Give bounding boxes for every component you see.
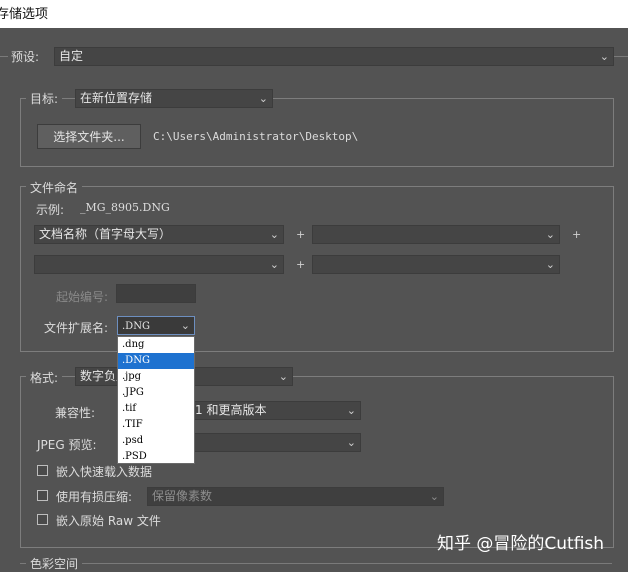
chevron-down-icon: ⌄ (180, 319, 190, 332)
extension-option[interactable]: .JPG (118, 385, 194, 401)
extension-option[interactable]: .TIF (118, 417, 194, 433)
example-value: _MG_8905.DNG (80, 201, 170, 214)
start-number-label: 起始编号: (56, 290, 109, 304)
embed-fast-load-label: 嵌入快速载入数据 (56, 465, 153, 479)
extension-dropdown[interactable]: .DNG ⌄ (117, 316, 195, 335)
preset-line-left (0, 56, 8, 57)
extension-label: 文件扩展名: (44, 321, 109, 335)
destination-path: C:\Users\Administrator\Desktop\ (153, 130, 359, 143)
extension-option[interactable]: .tif (118, 401, 194, 417)
preset-line-right (614, 56, 628, 57)
format-label: 格式: (26, 369, 63, 386)
destination-dropdown[interactable]: 在新位置存储 ⌄ (75, 89, 273, 108)
extension-options-list: .dng .DNG .jpg .JPG .tif .TIF .psd .PSD (117, 336, 195, 464)
extension-value: .DNG (122, 321, 150, 332)
color-space-group-top (20, 563, 612, 564)
window-title: 存储选项 (0, 7, 49, 22)
chevron-down-icon: ⌄ (429, 490, 439, 503)
example-label: 示例: (36, 203, 65, 217)
naming-field-2[interactable]: ⌄ (312, 225, 560, 244)
plus-icon: + (296, 228, 306, 241)
lossy-compression-checkbox[interactable] (37, 490, 48, 501)
extension-option[interactable]: .jpg (118, 369, 194, 385)
naming-field-4[interactable]: ⌄ (312, 255, 560, 274)
start-number-input[interactable] (116, 284, 196, 303)
preset-value: 自定 (59, 49, 84, 63)
embed-fast-load-checkbox[interactable] (37, 465, 48, 476)
compatibility-label: 兼容性: (55, 406, 96, 420)
chevron-down-icon: ⌄ (346, 404, 356, 417)
lossy-value: 保留像素数 (152, 489, 213, 503)
chevron-down-icon: ⌄ (278, 370, 288, 383)
preset-dropdown[interactable]: 自定 ⌄ (54, 47, 614, 66)
naming-field-1-value: 文档名称（首字母大写） (39, 227, 172, 241)
destination-value: 在新位置存储 (80, 91, 153, 105)
jpeg-preview-label: JPEG 预览: (37, 438, 97, 452)
embed-raw-label: 嵌入原始 Raw 文件 (56, 514, 161, 528)
chevron-down-icon: ⌄ (269, 258, 279, 271)
chevron-down-icon: ⌄ (545, 228, 555, 241)
chevron-down-icon: ⌄ (258, 92, 268, 105)
chevron-down-icon: ⌄ (269, 228, 279, 241)
plus-icon: + (296, 258, 306, 271)
chevron-down-icon: ⌄ (346, 436, 356, 449)
lossy-dropdown[interactable]: 保留像素数 ⌄ (147, 487, 444, 506)
destination-label: 目标: (26, 90, 63, 107)
extension-option[interactable]: .psd (118, 433, 194, 449)
lossy-compression-label: 使用有损压缩: (56, 490, 133, 504)
extension-option[interactable]: .dng (118, 337, 194, 353)
color-space-legend: 色彩空间 (26, 555, 83, 572)
title-bar: 存储选项 (0, 0, 628, 28)
select-folder-button[interactable]: 选择文件夹... (37, 124, 141, 149)
extension-option-selected[interactable]: .DNG (118, 353, 194, 369)
file-naming-legend: 文件命名 (26, 179, 83, 196)
naming-field-3[interactable]: ⌄ (34, 255, 284, 274)
watermark: 知乎 @冒险的Cutfish (437, 534, 605, 554)
plus-icon: + (572, 228, 582, 241)
chevron-down-icon: ⌄ (545, 258, 555, 271)
naming-field-1[interactable]: 文档名称（首字母大写） ⌄ (34, 225, 284, 244)
embed-raw-checkbox[interactable] (37, 514, 48, 525)
chevron-down-icon: ⌄ (599, 50, 609, 63)
preset-label: 预设: (11, 50, 40, 64)
extension-option[interactable]: .PSD (118, 449, 194, 465)
